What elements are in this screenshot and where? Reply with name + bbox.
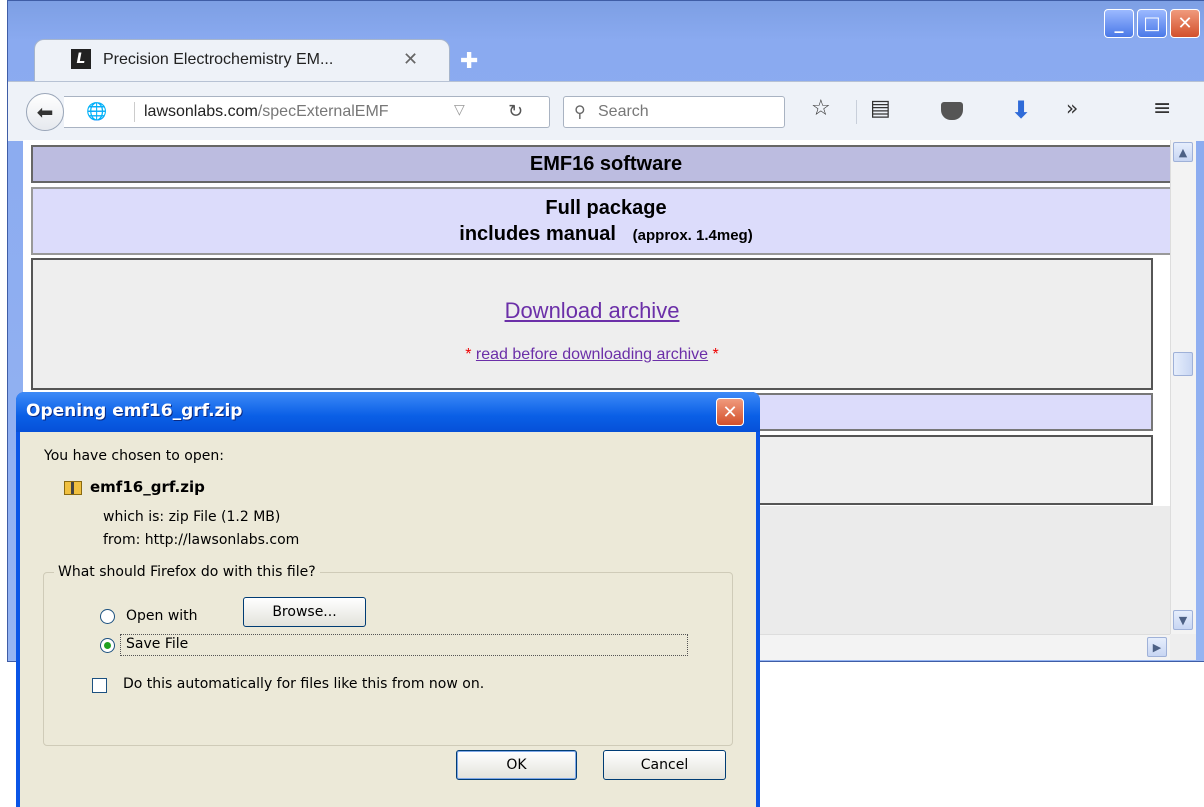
scroll-down-icon[interactable]: ▼ <box>1173 610 1193 630</box>
back-arrow-icon: ⬅ <box>36 100 54 124</box>
toolbar-separator <box>856 100 857 124</box>
dialog-close-button[interactable]: ✕ <box>716 398 744 426</box>
save-file-radio[interactable] <box>100 638 115 653</box>
url-host: lawsonlabs.com <box>144 103 258 120</box>
reload-icon[interactable]: ↻ <box>508 101 523 122</box>
auto-label[interactable]: Do this automatically for files like thi… <box>123 676 484 692</box>
back-button[interactable]: ⬅ <box>26 93 64 131</box>
package-subtitle: includes manual (approx. 1.4meg) <box>33 221 1170 249</box>
auto-checkbox[interactable] <box>92 678 107 693</box>
reading-list-icon[interactable]: ▤ <box>870 96 891 121</box>
site-favicon-icon: L <box>71 49 91 69</box>
browse-button[interactable]: Browse... <box>243 597 366 627</box>
download-cell: Download archive * read before downloadi… <box>31 258 1153 390</box>
open-with-label[interactable]: Open with <box>126 608 198 624</box>
ok-button[interactable]: OK <box>456 750 577 780</box>
url-path: /specExternalEMF <box>257 103 389 120</box>
tab-active[interactable]: L Precision Electrochemistry EM... ✕ <box>34 39 450 81</box>
search-input[interactable]: Search <box>598 103 649 121</box>
save-file-focus <box>120 634 688 656</box>
maximize-button[interactable]: □ <box>1137 9 1167 38</box>
package-row: Full package includes manual (approx. 1.… <box>31 187 1170 255</box>
hamburger-menu-icon[interactable]: ≡ <box>1153 96 1171 121</box>
star-mark: * <box>465 346 472 363</box>
scroll-right-icon[interactable]: ▶ <box>1147 637 1167 657</box>
navigation-toolbar: 🌐 lawsonlabs.com/specExternalEMF ▽ ↻ ⬅ ⚲… <box>8 81 1204 141</box>
globe-icon: 🌐 <box>86 102 108 122</box>
read-before-note: * read before downloading archive * <box>33 346 1151 364</box>
window-close-button[interactable]: ✕ <box>1170 9 1200 38</box>
open-file-dialog: Opening emf16_grf.zip ✕ You have chosen … <box>16 392 760 807</box>
dialog-titlebar[interactable]: Opening emf16_grf.zip ✕ <box>16 392 760 432</box>
file-source: from: http://lawsonlabs.com <box>103 532 300 548</box>
cancel-button[interactable]: Cancel <box>603 750 726 780</box>
bookmark-star-icon[interactable]: ☆ <box>811 96 831 121</box>
search-icon: ⚲ <box>574 102 586 121</box>
tab-title: Precision Electrochemistry EM... <box>103 51 334 68</box>
file-type: which is: zip File (1.2 MB) <box>103 509 281 525</box>
star-mark: * <box>712 346 719 363</box>
open-with-radio[interactable] <box>100 609 115 624</box>
size-note: (approx. 1.4meg) <box>632 227 753 244</box>
read-before-link[interactable]: read before downloading archive <box>476 346 708 363</box>
chosen-text: You have chosen to open: <box>44 448 224 464</box>
download-arrow-icon[interactable]: ⬇ <box>1011 96 1031 124</box>
zip-file-icon <box>64 481 82 495</box>
overflow-chevron-icon[interactable]: » <box>1066 96 1078 120</box>
action-group <box>43 572 733 746</box>
url-dropdown-icon[interactable]: ▽ <box>454 102 465 118</box>
dialog-title: Opening emf16_grf.zip <box>26 401 243 421</box>
download-archive-link[interactable]: Download archive <box>33 298 1151 324</box>
file-name: emf16_grf.zip <box>90 478 205 496</box>
save-file-label[interactable]: Save File <box>126 636 188 652</box>
dialog-body: You have chosen to open: emf16_grf.zip w… <box>20 432 756 807</box>
resize-grip[interactable] <box>1170 634 1196 660</box>
vertical-scrollbar[interactable]: ▲ ▼ <box>1170 140 1196 634</box>
new-tab-icon[interactable]: ✚ <box>460 49 478 74</box>
search-bar[interactable]: ⚲ Search <box>563 96 785 128</box>
tab-close-icon[interactable]: ✕ <box>403 49 418 70</box>
scroll-thumb[interactable] <box>1173 352 1193 376</box>
window-controls: _ □ ✕ <box>1104 9 1200 38</box>
scroll-up-icon[interactable]: ▲ <box>1173 142 1193 162</box>
pocket-icon[interactable] <box>941 102 963 120</box>
action-question: What should Firefox do with this file? <box>54 564 320 580</box>
minimize-button[interactable]: _ <box>1104 9 1134 38</box>
includes-manual-text: includes manual <box>459 223 616 245</box>
url-bar[interactable]: 🌐 lawsonlabs.com/specExternalEMF ▽ ↻ <box>64 96 550 128</box>
url-text[interactable]: lawsonlabs.com/specExternalEMF <box>144 103 389 121</box>
software-header-row: EMF16 software <box>31 145 1170 183</box>
package-title: Full package <box>545 197 667 219</box>
url-separator <box>134 102 135 122</box>
